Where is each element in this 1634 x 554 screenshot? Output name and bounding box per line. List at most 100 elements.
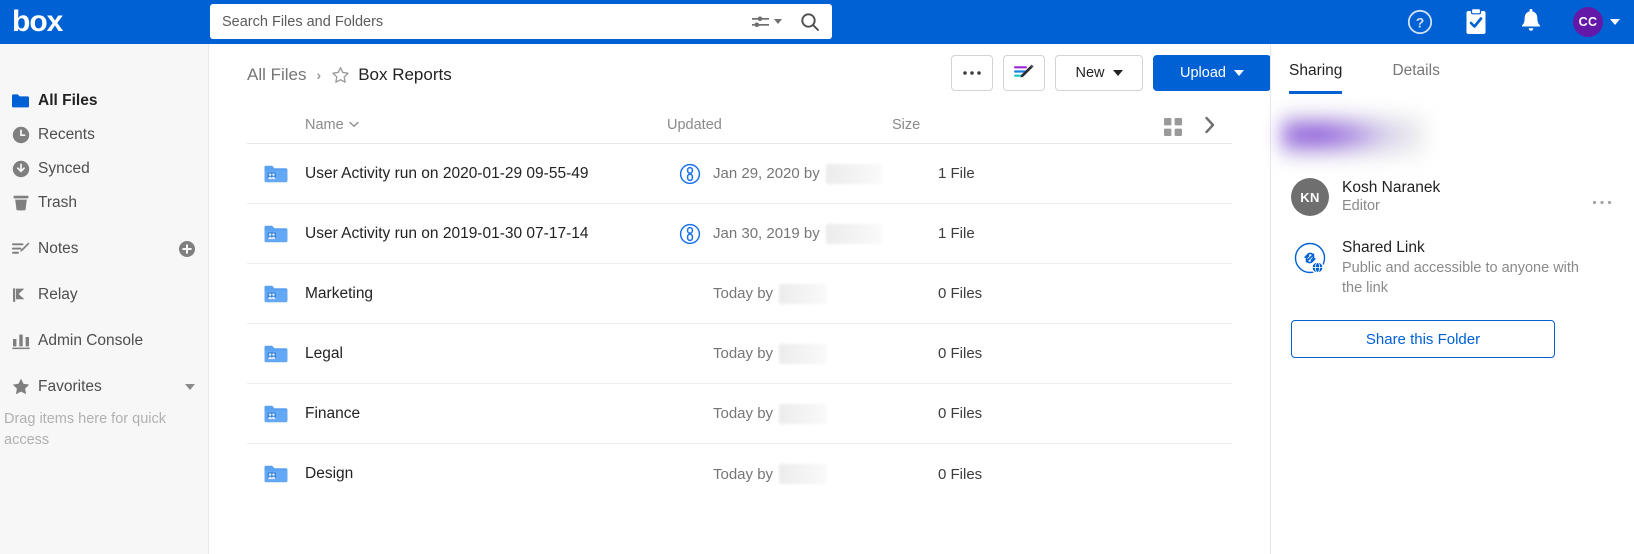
tab-sharing[interactable]: Sharing [1289, 62, 1342, 94]
new-button[interactable]: New [1055, 55, 1143, 91]
shared-link-badge[interactable] [667, 163, 713, 185]
column-header-updated[interactable]: Updated [667, 117, 892, 133]
grid-view-toggle[interactable] [1164, 118, 1182, 141]
collaborator-info: Kosh Naranek Editor [1342, 178, 1440, 216]
avatar[interactable]: CC [1573, 7, 1603, 37]
shared-link-row[interactable]: Shared Link Public and accessible to any… [1271, 216, 1634, 298]
sidebar-item-label: Favorites [38, 378, 102, 396]
share-this-folder-button[interactable]: Share this Folder [1291, 320, 1555, 358]
user-menu[interactable]: CC [1573, 7, 1620, 37]
notifications-button[interactable] [1519, 9, 1543, 35]
bar-chart-icon [4, 331, 38, 351]
favorites-drag-hint: Drag items here for quick access [0, 404, 175, 451]
cell-name: Design [247, 461, 667, 487]
updated-text: Today by [713, 345, 773, 362]
collapse-panel-button[interactable] [1204, 116, 1216, 139]
folder-icon [4, 91, 38, 111]
sidebar-divider-gap [0, 312, 208, 324]
breadcrumb-current[interactable]: Box Reports [358, 65, 452, 85]
content-toolbar: New Upload [951, 55, 1271, 91]
sidebar-item-notes[interactable]: Notes [0, 232, 208, 266]
relay-flag-icon [11, 285, 31, 305]
sidebar-item-trash[interactable]: Trash [0, 186, 208, 220]
sidebar-item-label: Synced [38, 160, 90, 178]
cell-size: 1 File [938, 165, 1153, 182]
ellipsis-icon [962, 70, 982, 76]
file-name-label[interactable]: Finance [305, 405, 360, 423]
table-row[interactable]: User Activity run on 2020-01-29 09-55-49… [247, 144, 1232, 204]
chevron-down-icon[interactable] [185, 384, 195, 390]
cell-name: Legal [247, 341, 667, 367]
column-header-name-label: Name [305, 117, 344, 133]
collaborator-row[interactable]: KN Kosh Naranek Editor [1271, 160, 1634, 216]
sidebar-item-all-files[interactable]: All Files [0, 84, 208, 118]
column-header-name[interactable]: Name [247, 117, 667, 133]
table-row[interactable]: FinanceToday by0 Files [247, 384, 1232, 444]
redacted-user-name [779, 404, 827, 424]
file-table-body: User Activity run on 2020-01-29 09-55-49… [247, 144, 1232, 504]
updated-text: Jan 30, 2019 by [713, 225, 820, 242]
sidebar-item-synced[interactable]: Synced [0, 152, 208, 186]
file-name-label[interactable]: Legal [305, 345, 343, 363]
shared-folder-icon [247, 461, 305, 487]
shared-folder-icon [263, 461, 289, 487]
search-bar [210, 4, 832, 39]
redacted-user-name [779, 464, 827, 484]
breadcrumb-separator: › [317, 67, 322, 83]
notes-icon [11, 239, 31, 259]
file-name-label[interactable]: User Activity run on 2019-01-30 07-17-14 [305, 225, 588, 243]
shared-link-badge[interactable] [667, 223, 713, 245]
upload-button[interactable]: Upload [1153, 55, 1271, 91]
file-name-label[interactable]: Marketing [305, 285, 373, 303]
right-sidebar: Sharing Details KN Kosh Naranek Editor [1270, 44, 1634, 554]
sidebar-item-favorites[interactable]: Favorites [0, 370, 208, 404]
sidebar-item-recents[interactable]: Recents [0, 118, 208, 152]
star-outline-icon [331, 66, 350, 85]
column-header-size[interactable]: Size [892, 117, 1107, 133]
chevron-right-icon [1204, 116, 1216, 134]
updated-text: Today by [713, 405, 773, 422]
table-row[interactable]: User Activity run on 2019-01-30 07-17-14… [247, 204, 1232, 264]
cell-name: User Activity run on 2019-01-30 07-17-14 [247, 221, 667, 247]
clock-icon [4, 125, 38, 145]
favorite-star-button[interactable] [331, 66, 350, 85]
new-note-button[interactable] [1003, 55, 1045, 91]
updated-text: Today by [713, 466, 773, 483]
more-options-button[interactable] [951, 55, 993, 91]
relay-flag-icon [4, 285, 38, 305]
grid-view-icon [1164, 118, 1182, 136]
folder-icon [11, 91, 31, 111]
breadcrumb-root[interactable]: All Files [247, 65, 307, 85]
cell-updated: Today by [713, 344, 938, 364]
sidebar-item-admin-console[interactable]: Admin Console [0, 324, 208, 358]
collaborator-role: Editor [1342, 197, 1440, 216]
search-submit-button[interactable] [788, 5, 832, 38]
shared-folder-icon [247, 281, 305, 307]
sidebar-nav: All FilesRecents Synced Trash Notes Relay Adm… [0, 84, 208, 404]
help-button[interactable]: ? [1407, 9, 1433, 35]
redacted-user-name [826, 164, 882, 184]
shared-link-title: Shared Link [1342, 238, 1580, 258]
header-actions: ? CC [1407, 0, 1620, 44]
cell-size: 1 File [938, 225, 1153, 242]
sidebar-item-label: Admin Console [38, 332, 143, 350]
table-row[interactable]: MarketingToday by0 Files [247, 264, 1232, 324]
add-note-button[interactable] [178, 240, 196, 263]
box-logo[interactable]: box [12, 0, 194, 44]
file-name-label[interactable]: Design [305, 465, 353, 483]
shared-folder-icon [263, 401, 289, 427]
search-input[interactable] [210, 5, 745, 38]
sidebar-item-relay[interactable]: Relay [0, 278, 208, 312]
help-circle-icon: ? [1407, 9, 1433, 35]
file-name-label[interactable]: User Activity run on 2020-01-29 09-55-49 [305, 165, 588, 183]
search-filter-button[interactable] [745, 5, 788, 38]
redacted-user-name [779, 344, 827, 364]
table-row[interactable]: LegalToday by0 Files [247, 324, 1232, 384]
collaborator-menu-button[interactable] [1592, 192, 1612, 210]
table-row[interactable]: DesignToday by0 Files [247, 444, 1232, 504]
tasks-button[interactable] [1463, 8, 1489, 36]
updated-text: Today by [713, 285, 773, 302]
sidebar-divider-gap [0, 266, 208, 278]
trash-icon [4, 193, 38, 213]
tab-details[interactable]: Details [1392, 62, 1439, 94]
